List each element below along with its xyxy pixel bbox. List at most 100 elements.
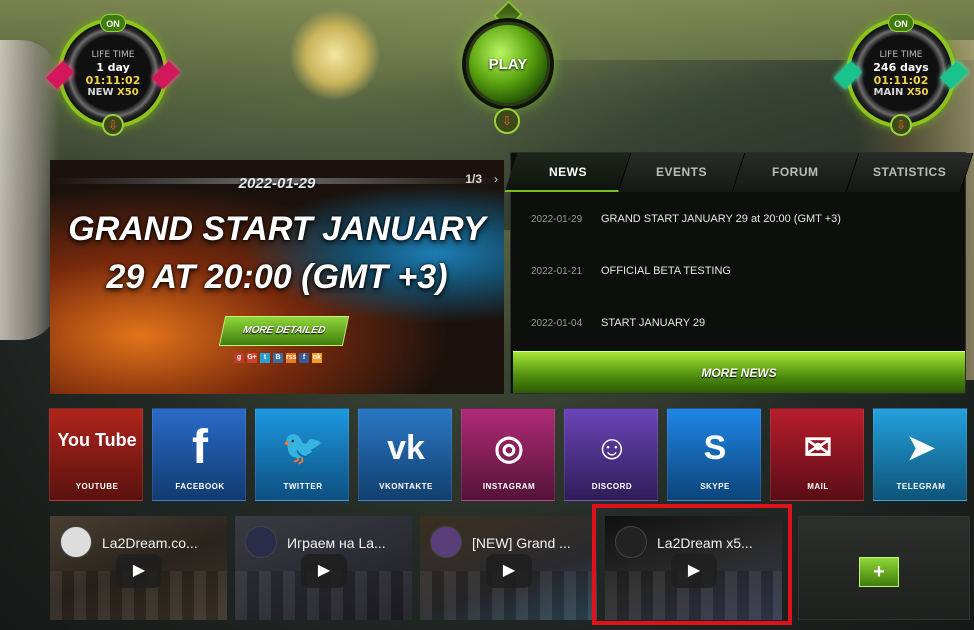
play-icon[interactable]: ▶ xyxy=(486,554,532,588)
next-slide-icon[interactable]: › xyxy=(494,172,498,186)
slide-title-line1: GRAND START JANUARY xyxy=(68,210,486,248)
social-vkontakte[interactable]: vk VKONTAKTE xyxy=(358,408,452,501)
slide-title: GRAND START JANUARY 29 AT 20:00 (GMT +3) xyxy=(56,205,498,301)
vk-icon: vk xyxy=(387,429,425,467)
news-date: 2022-01-04 xyxy=(531,317,583,329)
social-twitter[interactable]: 🐦 TWITTER xyxy=(255,408,349,501)
gauge-text: LIFE TIME 246 days 01:11:02 MAIN X50 xyxy=(836,50,966,99)
telegram-icon: ➤ xyxy=(906,429,936,467)
online-badge: ON xyxy=(888,14,914,32)
video-title: Играем на La... xyxy=(287,535,386,551)
mail-icon: ✉ xyxy=(803,429,833,467)
slide-title-line2: 29 AT 20:00 (GMT +3) xyxy=(106,258,448,296)
play-button-area: PLAY ⇩ xyxy=(452,0,564,134)
selection-highlight xyxy=(592,504,792,625)
server-rate: NEW X50 xyxy=(48,87,178,99)
social-discord[interactable]: ☺ DISCORD xyxy=(564,408,658,501)
play-button[interactable]: PLAY xyxy=(466,22,550,106)
server-time: 01:11:02 xyxy=(873,74,929,87)
channel-avatar xyxy=(60,526,92,558)
twitter-icon: 🐦 xyxy=(281,429,325,467)
slide-counter: 1/3 xyxy=(465,172,482,186)
lifetime-value: 246 days xyxy=(873,61,929,74)
share-icon[interactable]: t xyxy=(260,353,270,363)
news-item[interactable]: 2022-01-29 GRAND START JANUARY 29 at 20:… xyxy=(511,193,967,245)
slide-date: 2022-01-29 xyxy=(238,175,316,192)
tab-label: STATISTICS xyxy=(872,165,947,179)
social-label: TWITTER xyxy=(283,482,323,491)
add-video-card: + xyxy=(798,516,970,620)
social-facebook[interactable]: f FACEBOOK xyxy=(152,408,246,501)
gauge-text: LIFE TIME 1 day 01:11:02 NEW X50 xyxy=(48,50,178,99)
social-label: DISCORD xyxy=(591,482,633,491)
share-icon[interactable]: f xyxy=(299,353,309,363)
news-tabs: NEWS EVENTS FORUM STATISTICS xyxy=(504,153,974,192)
add-video-button[interactable]: + xyxy=(859,557,899,587)
tab-label: FORUM xyxy=(772,165,819,179)
news-title[interactable]: START JANUARY 29 xyxy=(601,317,705,329)
video-title: La2Dream.co... xyxy=(102,535,198,551)
tab-label: EVENTS xyxy=(655,165,707,179)
play-icon[interactable]: ▶ xyxy=(116,554,162,588)
tab-news[interactable]: NEWS xyxy=(504,153,632,192)
instagram-icon: ◎ xyxy=(494,429,524,467)
download-arrow-icon[interactable]: ⇩ xyxy=(890,114,912,136)
server-type: NEW xyxy=(87,87,114,98)
video-strip: La2Dream.co... ▶ Играем на La... ▶ [NEW]… xyxy=(50,516,970,620)
share-icon[interactable]: B xyxy=(273,353,283,363)
tab-forum[interactable]: FORUM xyxy=(732,153,860,192)
social-label: VKONTAKTE xyxy=(379,482,433,491)
lifetime-label: LIFE TIME xyxy=(91,50,135,60)
server-type: MAIN xyxy=(873,87,904,98)
share-icon[interactable]: g xyxy=(234,353,244,363)
news-date: 2022-01-21 xyxy=(531,265,583,277)
news-item[interactable]: 2022-01-21 OFFICIAL BETA TESTING xyxy=(511,245,967,297)
more-detailed-button[interactable]: MORE DETAILED xyxy=(218,316,350,346)
news-title[interactable]: OFFICIAL BETA TESTING xyxy=(601,265,731,277)
video-card[interactable]: Играем на La... ▶ xyxy=(235,516,412,620)
social-label: TELEGRAM xyxy=(896,482,946,491)
share-icon[interactable]: ok xyxy=(312,353,322,363)
social-telegram[interactable]: ➤ TELEGRAM xyxy=(873,408,967,501)
share-icon[interactable]: rss xyxy=(286,353,297,363)
social-links: You Tube YOUTUBE f FACEBOOK 🐦 TWITTER vk… xyxy=(49,408,968,501)
facebook-icon: f xyxy=(192,421,208,474)
video-card[interactable]: [NEW] Grand ... ▶ xyxy=(420,516,597,620)
lifetime-label: LIFE TIME xyxy=(879,50,923,60)
download-arrow-icon[interactable]: ⇩ xyxy=(102,114,124,136)
youtube-icon: You Tube xyxy=(57,430,137,450)
skype-icon: S xyxy=(703,429,727,467)
social-label: INSTAGRAM xyxy=(482,482,536,491)
tab-statistics[interactable]: STATISTICS xyxy=(846,153,974,192)
tab-events[interactable]: EVENTS xyxy=(618,153,746,192)
discord-icon: ☺ xyxy=(594,429,630,467)
lifetime-value: 1 day xyxy=(96,61,130,74)
server-multiplier: X50 xyxy=(906,87,929,98)
news-date: 2022-01-29 xyxy=(531,213,583,225)
tab-label: NEWS xyxy=(548,165,587,179)
social-youtube[interactable]: You Tube YOUTUBE xyxy=(49,408,143,501)
social-mail[interactable]: ✉ MAIL xyxy=(770,408,864,501)
more-news-button[interactable]: MORE NEWS xyxy=(513,351,965,393)
server-status-main[interactable]: ON LIFE TIME 246 days 01:11:02 MAIN X50 … xyxy=(833,8,969,138)
server-time: 01:11:02 xyxy=(85,74,141,87)
server-rate: MAIN X50 xyxy=(836,87,966,99)
share-icon[interactable]: G+ xyxy=(247,353,257,363)
video-title: [NEW] Grand ... xyxy=(472,535,571,551)
video-card[interactable]: La2Dream.co... ▶ xyxy=(50,516,227,620)
download-arrow-icon[interactable]: ⇩ xyxy=(494,108,520,134)
social-label: YOUTUBE xyxy=(75,482,119,491)
social-label: SKYPE xyxy=(700,482,730,491)
share-icons: g G+ t B rss f ok xyxy=(234,353,322,363)
play-icon[interactable]: ▶ xyxy=(301,554,347,588)
channel-avatar xyxy=(430,526,462,558)
news-title[interactable]: GRAND START JANUARY 29 at 20:00 (GMT +3) xyxy=(601,213,841,225)
social-skype[interactable]: S SKYPE xyxy=(667,408,761,501)
social-label: FACEBOOK xyxy=(175,482,225,491)
server-multiplier: X50 xyxy=(117,87,139,98)
social-instagram[interactable]: ◎ INSTAGRAM xyxy=(461,408,555,501)
news-item[interactable]: 2022-01-04 START JANUARY 29 xyxy=(511,297,967,349)
news-slider: 2022-01-29 1/3 › GRAND START JANUARY 29 … xyxy=(50,160,504,394)
server-status-new[interactable]: ON LIFE TIME 1 day 01:11:02 NEW X50 ⇩ xyxy=(45,8,181,138)
channel-avatar xyxy=(245,526,277,558)
